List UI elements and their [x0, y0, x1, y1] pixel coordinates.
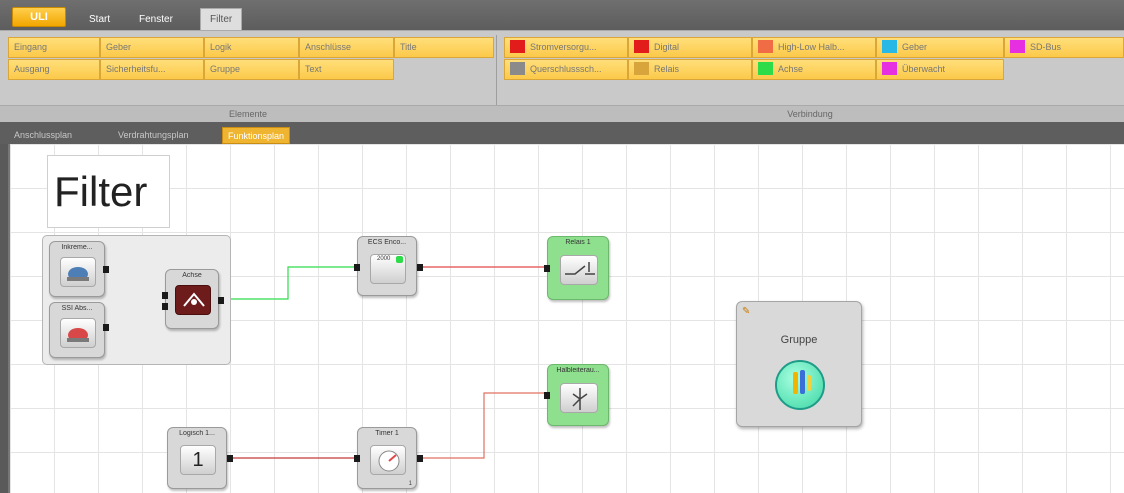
group-globe-icon [775, 360, 825, 410]
timer-sub-label: 1 [408, 481, 412, 487]
input-pin[interactable] [354, 455, 360, 462]
node-label: Relais 1 [565, 239, 591, 246]
node-label: Timer 1 [375, 430, 399, 437]
ribbon-text-button[interactable]: Text [299, 59, 394, 80]
ribbon: Eingang Geber Logik Anschlüsse Title Aus… [0, 30, 1124, 123]
tab-start[interactable]: Start [89, 9, 110, 30]
tab-anschlussplan[interactable]: Anschlussplan [14, 127, 72, 144]
group-tag-icon: ✎ [742, 306, 751, 317]
ribbon-ausgang-button[interactable]: Ausgang [8, 59, 100, 80]
color-swatch-icon [634, 40, 649, 53]
tab-verdrahtungsplan[interactable]: Verdrahtungsplan [118, 127, 189, 144]
wire-achse [219, 266, 355, 300]
color-swatch-icon [758, 40, 773, 53]
conn-stromversorgung-button[interactable]: Stromversorgu... [504, 37, 628, 58]
color-swatch-icon [1010, 40, 1025, 53]
conn-label: Digital [654, 42, 680, 52]
color-swatch-icon [634, 62, 649, 75]
conn-label: Achse [778, 64, 804, 74]
axis-icon [175, 285, 211, 315]
input-pin[interactable] [544, 392, 550, 399]
canvas-left-edge [0, 144, 8, 493]
node-label: Achse [182, 272, 202, 279]
ribbon-anschluesse-button[interactable]: Anschlüsse [299, 37, 394, 58]
tab-fenster[interactable]: Fenster [139, 9, 173, 30]
conn-label: Relais [654, 64, 680, 74]
node-timer[interactable]: Timer 1 1 [354, 427, 423, 489]
color-swatch-icon [882, 40, 897, 53]
conn-label: Querschlusssch... [530, 64, 602, 74]
output-pin[interactable] [103, 266, 109, 273]
node-label: Logisch 1... [179, 430, 215, 437]
node-gruppe[interactable]: ✎ Gruppe [736, 301, 862, 427]
ribbon-gruppe-button[interactable]: Gruppe [204, 59, 299, 80]
encoder-icon [60, 318, 96, 348]
logic-value-box: 1 [180, 445, 216, 475]
output-pin[interactable] [417, 264, 423, 271]
monitor-icon: 2000 [370, 254, 406, 284]
function-plan-canvas[interactable]: Filter Inkreme... SSI Abs... Achse ECS E… [8, 144, 1124, 493]
color-swatch-icon [510, 40, 525, 53]
conn-querschluss-button[interactable]: Querschlusssch... [504, 59, 628, 80]
node-label: Inkreme... [61, 244, 93, 251]
semiconductor-icon [560, 383, 598, 413]
status-led-icon [396, 256, 403, 263]
conn-label: SD-Bus [1030, 42, 1062, 52]
ribbon-logik-button[interactable]: Logik [204, 37, 299, 58]
wire-timer-halbleiter [418, 392, 547, 459]
color-swatch-icon [758, 62, 773, 75]
output-pin[interactable] [227, 455, 233, 462]
node-label: ECS Enco... [367, 239, 407, 246]
input-pin[interactable] [354, 264, 360, 271]
output-pin[interactable] [103, 324, 109, 331]
ribbon-geber-button[interactable]: Geber [100, 37, 204, 58]
conn-sd-bus-button[interactable]: SD-Bus [1004, 37, 1124, 58]
app-window: ULI Start Fenster Filter Eingang Geber L… [0, 0, 1124, 493]
logic-value: 1 [192, 449, 204, 471]
conn-label: High-Low Halb... [778, 42, 845, 52]
output-pin[interactable] [417, 455, 423, 462]
node-label: Halbleiterau... [556, 367, 600, 374]
ribbon-title-button[interactable]: Title [394, 37, 494, 58]
tab-funktionsplan[interactable]: Funktionsplan [222, 127, 291, 144]
relay-switch-icon [560, 255, 598, 285]
conn-label: Überwacht [902, 64, 946, 74]
timer-dial-icon [370, 445, 406, 475]
node-inkremental-geber[interactable]: Inkreme... [49, 241, 109, 297]
input-pin[interactable] [162, 303, 168, 310]
node-ecs-encoder[interactable]: ECS Enco... 2000 [354, 236, 423, 296]
conn-geber-button[interactable]: Geber [876, 37, 1004, 58]
output-pin[interactable] [218, 297, 224, 304]
node-relais[interactable]: Relais 1 [544, 236, 609, 300]
conn-label: Geber [902, 42, 928, 52]
group-label-verbindung: Verbindung [787, 109, 833, 119]
input-pin[interactable] [544, 265, 550, 272]
color-swatch-icon [510, 62, 525, 75]
title-tab-bar: ULI Start Fenster Filter [0, 0, 1124, 30]
color-swatch-icon [882, 62, 897, 75]
conn-label: Stromversorgu... [530, 42, 597, 52]
node-label: SSI Abs... [61, 305, 93, 312]
plan-tab-bar: Anschlussplan Verdrahtungsplan Funktions… [0, 122, 1124, 144]
ribbon-eingang-button[interactable]: Eingang [8, 37, 100, 58]
conn-high-low-button[interactable]: High-Low Halb... [752, 37, 876, 58]
tab-filter[interactable]: Filter [200, 8, 243, 30]
conn-ueberwacht-button[interactable]: Überwacht [876, 59, 1004, 80]
input-pin[interactable] [162, 292, 168, 299]
node-logisch[interactable]: Logisch 1... 1 [167, 427, 233, 489]
conn-achse-button[interactable]: Achse [752, 59, 876, 80]
ecs-badge: 2000 [377, 256, 391, 262]
node-halbleiterausgang[interactable]: Halbleiterau... [544, 364, 609, 426]
ribbon-group-footer: Elemente Verbindung [0, 105, 1124, 123]
group-label-elemente: Elemente [228, 109, 268, 119]
encoder-icon [60, 257, 96, 287]
app-menu-button[interactable]: ULI [12, 7, 66, 27]
node-ssi-absolut-geber[interactable]: SSI Abs... [49, 302, 109, 358]
conn-relais-button[interactable]: Relais [628, 59, 752, 80]
gruppe-label: Gruppe [780, 334, 818, 346]
conn-digital-button[interactable]: Digital [628, 37, 752, 58]
ribbon-sicherheitsfunktion-button[interactable]: Sicherheitsfu... [100, 59, 204, 80]
node-achse[interactable]: Achse [162, 269, 224, 329]
